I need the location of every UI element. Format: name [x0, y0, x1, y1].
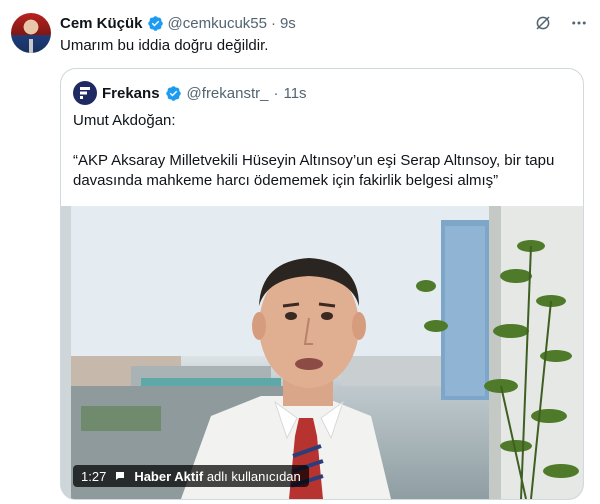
verified-badge-icon	[165, 85, 181, 101]
video-frame	[61, 206, 583, 499]
dot-separator: ·	[270, 14, 276, 32]
quoted-statement: “AKP Aksaray Milletvekili Hüseyin Altıns…	[73, 152, 555, 189]
tweet-actions-top	[534, 14, 588, 32]
quoted-tweet-header: Frekans @frekanstr_ · 11s	[73, 81, 307, 105]
video-info-badge: 1:27 Haber Aktif adlı kullanıcıdan	[73, 465, 309, 487]
quoted-tweet-text: Umut Akdoğan: “AKP Aksaray Milletvekili …	[73, 111, 569, 211]
quoted-tweet-time[interactable]: 11s	[283, 85, 306, 102]
video-duration: 1:27	[81, 468, 107, 484]
frekans-logo-icon	[80, 87, 90, 99]
author-avatar[interactable]	[11, 13, 51, 53]
video-attribution: adlı kullanıcıdan	[206, 468, 301, 484]
quoted-tweet-card[interactable]: Frekans @frekanstr_ · 11s Umut Akdoğan: …	[60, 68, 584, 500]
more-icon[interactable]	[570, 14, 588, 32]
tweet-text: Umarım bu iddia doğru değildir.	[60, 37, 269, 54]
quoted-author-handle[interactable]: @frekanstr_	[187, 85, 269, 102]
author-handle[interactable]: @cemkucuk55	[168, 15, 267, 32]
video-comment-icon	[116, 472, 125, 480]
verified-badge-icon	[147, 15, 163, 31]
tweet-header: Cem Küçük @cemkucuk55 · 9s	[60, 13, 296, 33]
quoted-speaker: Umut Akdoğan:	[73, 112, 176, 129]
author-name[interactable]: Cem Küçük	[60, 15, 143, 32]
tweet-time[interactable]: 9s	[280, 15, 296, 32]
grok-slash-icon[interactable]	[534, 14, 552, 32]
dot-separator: ·	[273, 84, 279, 102]
video-player[interactable]: 1:27 Haber Aktif adlı kullanıcıdan	[61, 206, 583, 499]
video-channel[interactable]: Haber Aktif	[134, 469, 203, 484]
quoted-author-avatar[interactable]	[73, 81, 97, 105]
quoted-author-name[interactable]: Frekans	[102, 85, 160, 102]
